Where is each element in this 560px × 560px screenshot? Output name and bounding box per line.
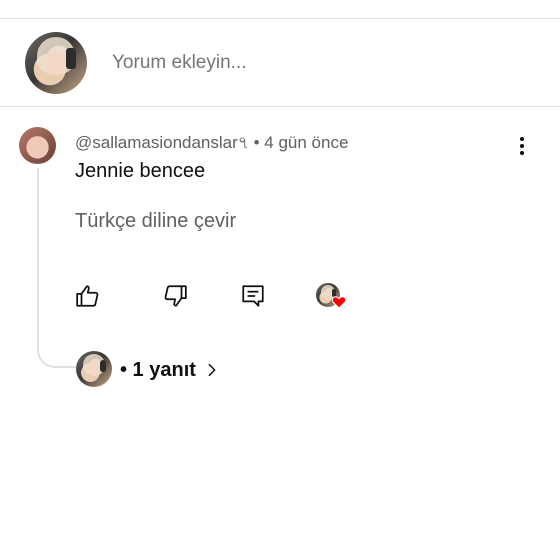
comment-input[interactable] [112, 52, 512, 74]
thread-connector-line [37, 168, 77, 368]
thumbs-down-icon[interactable] [162, 283, 188, 309]
replies-count: • 1 yanıt [120, 358, 196, 381]
reply-comment-icon[interactable] [240, 283, 266, 309]
top-divider [0, 18, 560, 19]
current-user-avatar [25, 32, 87, 94]
comment-time: 4 gün önce [264, 133, 349, 152]
comment-text: Jennie bencee [75, 160, 206, 182]
comment-author[interactable]: @sallamasiondanslar৭ [75, 133, 249, 152]
comments-panel: @sallamasiondanslar৭ • 4 gün önce Jennie… [0, 0, 560, 560]
more-options-icon[interactable] [510, 134, 534, 158]
creator-heart-icon [331, 296, 347, 309]
chevron-right-icon [208, 363, 216, 377]
reply-author-avatar [76, 351, 112, 387]
meta-separator: • [253, 133, 260, 152]
thumbs-up-icon[interactable] [75, 283, 101, 309]
translate-button[interactable]: Türkçe diline çevir [75, 210, 236, 233]
commenter-avatar[interactable] [19, 127, 56, 164]
view-replies-button[interactable]: • 1 yanıt [76, 351, 220, 389]
composer-divider [0, 106, 560, 107]
comment-meta: @sallamasiondanslar৭ • 4 gün önce [75, 130, 348, 158]
